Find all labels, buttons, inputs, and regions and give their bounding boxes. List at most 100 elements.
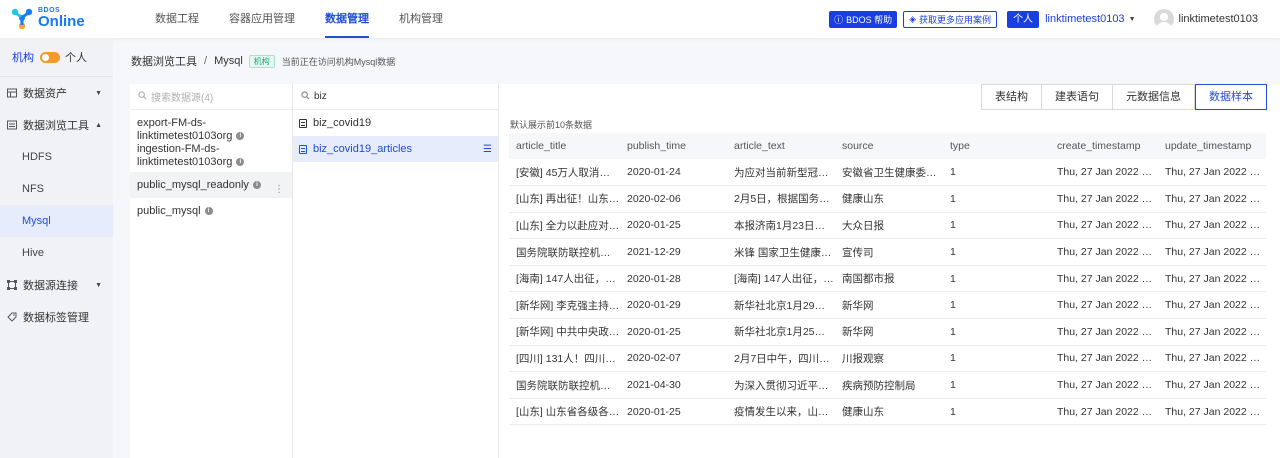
column-list-icon[interactable]: ☰	[483, 144, 492, 155]
info-icon[interactable]: i	[252, 181, 261, 190]
sidebar-item-datasource-connection[interactable]: 数据源连接 ▼	[0, 269, 113, 301]
sidebar-sub-mysql[interactable]: Mysql	[0, 205, 113, 237]
table-cell: [四川] 131人！四川…	[509, 345, 620, 373]
column-header[interactable]: article_title	[509, 133, 620, 159]
sidebar-item-label: 数据源连接	[23, 280, 78, 292]
table-cell: Thu, 27 Jan 2022 …	[1158, 398, 1266, 426]
sidebar-item-data-assets[interactable]: 数据资产 ▼	[0, 77, 113, 109]
column-header[interactable]: type	[943, 133, 1050, 159]
table-cell: 米锋 国家卫生健康…	[727, 238, 835, 266]
datasource-name-line1: export-FM-ds-	[137, 117, 207, 129]
logo[interactable]: BDOS Online	[10, 6, 85, 30]
table-row: [四川] 131人！四川… 2020-02-07 2月7日中午，四川… 川报观察 1 Th…	[509, 345, 1266, 373]
table-cell: 为深入贯彻习近平…	[727, 371, 835, 399]
sidebar-item-label: 数据浏览工具	[23, 120, 89, 132]
datasource-search-placeholder: 搜索数据源(4)	[151, 93, 214, 104]
table-cell: 2020-01-28	[620, 265, 727, 293]
table-cell: 宣传司	[835, 238, 943, 266]
table-cell: [新华网] 李克强主持…	[509, 291, 620, 320]
table-cell: 2020-01-29	[620, 291, 727, 320]
nav-data-engineering[interactable]: 数据工程	[140, 0, 214, 38]
table-cell: 本报济南1月23日讯…	[727, 212, 835, 240]
info-icon[interactable]: i	[236, 132, 245, 141]
datasource-item-selected[interactable]: public_mysql_readonly i ⋮	[130, 172, 292, 198]
datasource-name: public_mysql	[137, 205, 201, 217]
table-cell: Thu, 27 Jan 2022 …	[1050, 212, 1158, 240]
table-icon	[299, 118, 307, 128]
tab-data-sample[interactable]: 数据样本	[1195, 84, 1267, 110]
toggle-personal-label: 个人	[65, 52, 87, 64]
column-header[interactable]: article_text	[727, 133, 835, 159]
table-list-item[interactable]: biz_covid19	[293, 110, 498, 136]
table-name: biz_covid19_articles	[313, 143, 413, 155]
sidebar-sub-hdfs[interactable]: HDFS	[0, 141, 113, 173]
search-icon	[138, 90, 148, 103]
logo-big-text: Online	[38, 13, 85, 30]
table-cell: [海南] 147人出征，…	[509, 265, 620, 293]
org-switcher[interactable]: linktimetest0103 ▼	[1045, 13, 1135, 25]
table-row: 国务院联防联控机制… 2021-12-29 米锋 国家卫生健康… 宣传司 1 Thu, 2…	[509, 238, 1266, 266]
datasource-item[interactable]: public_mysql i	[130, 198, 292, 224]
table-search-input[interactable]: biz	[293, 84, 498, 110]
chevron-down-icon: ▼	[95, 281, 102, 289]
table-cell: 新华社北京1月25日…	[727, 318, 835, 346]
table-cell: [山东] 全力以赴应对…	[509, 212, 620, 240]
tab-table-structure[interactable]: 表结构	[981, 84, 1042, 110]
table-cell: Thu, 27 Jan 2022 …	[1050, 345, 1158, 373]
column-header[interactable]: source	[835, 133, 943, 159]
table-cell: 新华网	[835, 318, 943, 346]
datasource-item[interactable]: export-FM-ds- linktimetest0103org i	[130, 110, 292, 143]
connection-icon	[7, 280, 17, 290]
table-header-row: article_title publish_time article_text …	[509, 133, 1266, 159]
tab-create-statement[interactable]: 建表语句	[1042, 84, 1113, 110]
column-header[interactable]: create_timestamp	[1050, 133, 1158, 159]
user-name[interactable]: linktimetest0103	[1179, 13, 1259, 25]
table-cell: 2020-02-06	[620, 185, 727, 213]
tab-metadata[interactable]: 元数据信息	[1113, 84, 1195, 110]
table-cell: 新华社北京1月29日…	[727, 291, 835, 320]
top-bar: BDOS Online 数据工程 容器应用管理 数据管理 机构管理 ⓘ BDOS…	[0, 0, 1280, 38]
table-cell: [安徽] 45万人取消春…	[509, 159, 620, 187]
info-icon[interactable]: i	[204, 207, 213, 216]
chevron-down-icon: ▼	[1128, 15, 1136, 23]
detail-tabs: 表结构 建表语句 元数据信息 数据样本	[981, 84, 1267, 110]
table-cell: 川报观察	[835, 345, 943, 373]
main-nav: 数据工程 容器应用管理 数据管理 机构管理	[140, 0, 458, 38]
info-icon[interactable]: i	[236, 158, 245, 167]
sidebar-sub-hive[interactable]: Hive	[0, 237, 113, 269]
table-cell: 安徽省卫生健康委…	[835, 159, 943, 187]
breadcrumb-separator: /	[204, 55, 208, 67]
table-cell: 疫情发生以来，山…	[727, 398, 835, 426]
column-header[interactable]: publish_time	[620, 133, 727, 159]
datasource-item[interactable]: ingestion-FM-ds- linktimetest0103org i	[130, 143, 292, 172]
column-header[interactable]: update_timestamp	[1158, 133, 1266, 159]
table-cell: Thu, 27 Jan 2022 …	[1050, 371, 1158, 399]
table-cell: 1	[943, 318, 1050, 346]
sidebar-sub-nfs[interactable]: NFS	[0, 173, 113, 205]
data-sample-panel: 表结构 建表语句 元数据信息 数据样本 默认展示前10条数据 article_t…	[499, 84, 1280, 458]
table-cell: Thu, 27 Jan 2022 …	[1158, 238, 1266, 266]
scope-toggle-switch[interactable]	[40, 51, 60, 63]
more-cases-button[interactable]: ◈ 获取更多应用案例	[903, 10, 998, 28]
nav-data-management[interactable]: 数据管理	[310, 0, 384, 38]
table-cell: Thu, 27 Jan 2022 …	[1158, 185, 1266, 213]
help-button[interactable]: ⓘ BDOS 帮助	[829, 10, 898, 28]
table-row: [新华网] 李克强主持… 2020-01-29 新华社北京1月29日… 新华网 1 Thu…	[509, 291, 1266, 320]
nav-container-apps[interactable]: 容器应用管理	[214, 0, 310, 38]
breadcrumb-description: 当前正在访问机构Mysql数据	[281, 56, 396, 67]
table-cell: Thu, 27 Jan 2022 …	[1050, 318, 1158, 346]
avatar[interactable]	[1153, 9, 1174, 29]
table-row: [山东] 山东省各级各… 2020-01-25 疫情发生以来，山… 健康山东 1 Thu,…	[509, 398, 1266, 426]
breadcrumb-root[interactable]: 数据浏览工具	[131, 53, 197, 69]
table-list-item-selected[interactable]: biz_covid19_articles ☰	[293, 136, 498, 162]
nav-org-management[interactable]: 机构管理	[384, 0, 458, 38]
sidebar-item-browse-tool[interactable]: 数据浏览工具 ▲	[0, 109, 113, 141]
breadcrumb: 数据浏览工具 / Mysql 机构 当前正在访问机构Mysql数据	[131, 54, 395, 68]
table-cell: Thu, 27 Jan 2022 …	[1050, 291, 1158, 320]
sidebar-item-tag-management[interactable]: 数据标签管理	[0, 301, 113, 333]
chevron-down-icon: ▼	[95, 89, 102, 97]
datasource-search-input[interactable]: 搜索数据源(4)	[130, 84, 292, 110]
table-cell: 2月7日中午，四川…	[727, 345, 835, 373]
table-cell: Thu, 27 Jan 2022 …	[1158, 291, 1266, 320]
table-cell: 2020-01-24	[620, 159, 727, 187]
